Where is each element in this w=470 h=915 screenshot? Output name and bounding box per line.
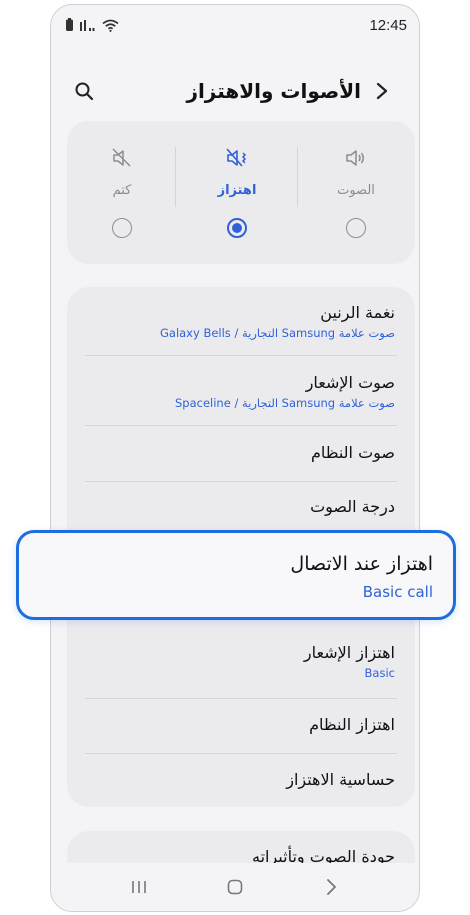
back-nav-button[interactable] — [311, 872, 351, 902]
list-item-volume[interactable]: درجة الصوت — [67, 497, 415, 516]
ringtone-value: صوت علامة Samsung التجارية / Galaxy Bell… — [159, 326, 395, 340]
home-icon — [227, 879, 243, 895]
system-vibration-title: اهتزاز النظام — [309, 715, 395, 734]
back-button[interactable] — [369, 78, 395, 104]
list-item-vibration-intensity[interactable]: حساسية الاهتزاز — [67, 770, 415, 789]
divider — [85, 355, 397, 356]
notification-sound-title: صوت الإشعار — [305, 373, 395, 392]
mode-label: الصوت — [337, 183, 375, 198]
notification-vibration-title: اهتزاز الإشعار — [303, 643, 395, 662]
mode-sound[interactable]: الصوت — [301, 145, 411, 249]
ringtone-title: نغمة الرنين — [320, 303, 395, 322]
recents-button[interactable] — [119, 872, 159, 902]
status-time: 12:45 — [369, 16, 407, 34]
navigation-bar — [51, 863, 419, 911]
volume-title: درجة الصوت — [310, 497, 395, 516]
mode-radio-vibrate[interactable] — [227, 218, 247, 238]
divider — [85, 698, 397, 699]
call-vibration-title: اهتزاز عند الاتصال — [290, 553, 433, 575]
mode-label: اهتزاز — [217, 183, 257, 198]
list-item-notification-sound[interactable]: صوت الإشعار صوت علامة Samsung التجارية /… — [67, 373, 415, 410]
call-vibration-value: Basic call — [362, 583, 433, 601]
mode-radio-sound[interactable] — [346, 218, 366, 238]
list-item-ringtone[interactable]: نغمة الرنين صوت علامة Samsung التجارية /… — [67, 303, 415, 340]
mode-divider — [297, 147, 298, 207]
list-item-system-vibration[interactable]: اهتزاز النظام — [67, 715, 415, 734]
notification-sound-value: صوت علامة Samsung التجارية / Spaceline — [175, 396, 395, 410]
chevron-right-icon — [327, 879, 336, 895]
recents-icon — [132, 881, 146, 893]
mode-mute[interactable]: كتم — [67, 145, 177, 249]
search-icon — [75, 82, 94, 101]
home-button[interactable] — [215, 872, 255, 902]
divider — [85, 425, 397, 426]
status-bar: 12:45 — [51, 5, 419, 45]
signal-icon — [80, 20, 95, 31]
speaker-icon — [344, 145, 368, 171]
wifi-icon — [102, 19, 119, 32]
mode-radio-mute[interactable] — [112, 218, 132, 238]
page-title: الأصوات والاهتزاز — [186, 79, 361, 103]
battery-icon — [66, 18, 73, 31]
mode-vibrate[interactable]: اهتزاز — [182, 145, 292, 249]
mode-label: كتم — [112, 183, 132, 198]
mode-divider — [175, 147, 176, 207]
chevron-right-icon — [376, 82, 388, 100]
list-item-system-sound[interactable]: صوت النظام — [67, 443, 415, 462]
header-title-group: الأصوات والاهتزاز — [186, 78, 395, 104]
search-button[interactable] — [71, 78, 97, 104]
divider — [85, 481, 397, 482]
app-header: الأصوات والاهتزاز — [51, 69, 419, 113]
mute-icon — [111, 145, 133, 171]
notification-vibration-value: Basic — [364, 666, 395, 680]
vibrate-icon — [224, 145, 250, 171]
phone-frame: 12:45 الأصوات والاهتزاز كتم اهتزاز الصوت… — [50, 4, 420, 912]
system-sound-title: صوت النظام — [310, 443, 395, 462]
divider — [85, 753, 397, 754]
list-item-notification-vibration[interactable]: اهتزاز الإشعار Basic — [67, 643, 415, 680]
list-item-call-vibration[interactable]: اهتزاز عند الاتصال Basic call — [16, 530, 456, 620]
vibration-intensity-title: حساسية الاهتزاز — [286, 770, 395, 789]
status-icons — [65, 18, 119, 32]
sound-mode-card: كتم اهتزاز الصوت — [67, 121, 415, 264]
